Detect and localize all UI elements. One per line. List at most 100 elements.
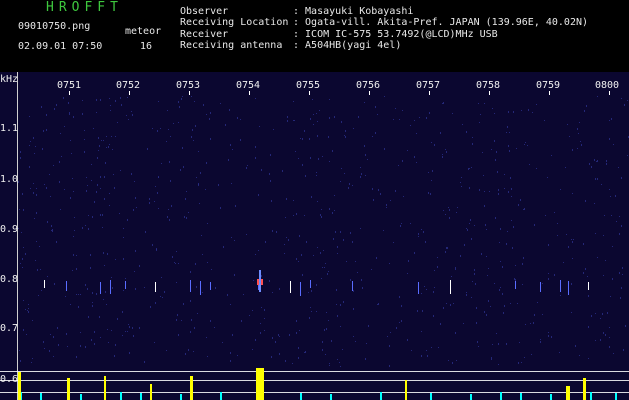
noise-dot — [469, 168, 470, 169]
noise-dot — [345, 136, 346, 138]
noise-dot — [70, 304, 71, 305]
noise-dot — [320, 214, 321, 216]
noise-dot — [604, 215, 605, 216]
noise-dot — [340, 231, 341, 233]
noise-dot — [460, 182, 461, 183]
noise-dot — [215, 287, 216, 289]
noise-dot — [57, 327, 58, 329]
signal-peak — [190, 376, 193, 400]
noise-dot — [529, 164, 530, 165]
noise-dot — [195, 125, 196, 127]
noise-dot — [603, 235, 604, 236]
noise-dot — [494, 113, 495, 114]
noise-dot — [471, 238, 472, 240]
noise-dot — [611, 118, 612, 120]
noise-dot — [66, 333, 67, 335]
noise-dot — [53, 165, 54, 166]
noise-dot — [619, 272, 620, 274]
noise-dot — [207, 356, 208, 357]
noise-dot — [107, 329, 108, 330]
noise-dot — [113, 174, 114, 175]
meteor-echo — [125, 281, 126, 289]
noise-dot — [431, 142, 432, 143]
noise-dot — [499, 242, 500, 243]
noise-dot — [507, 126, 508, 128]
noise-dot — [47, 276, 48, 277]
noise-dot — [41, 290, 42, 291]
noise-dot — [214, 327, 215, 328]
noise-dot — [72, 178, 73, 179]
noise-dot — [39, 246, 40, 247]
noise-dot — [273, 129, 274, 130]
noise-dot — [610, 196, 611, 197]
noise-peak — [430, 393, 432, 400]
minute-tick-mark — [249, 91, 250, 95]
noise-dot — [513, 226, 514, 228]
noise-dot — [271, 200, 272, 202]
noise-dot — [275, 341, 276, 343]
noise-dot — [402, 160, 403, 162]
noise-dot — [433, 315, 434, 317]
noise-dot — [572, 149, 573, 151]
noise-dot — [211, 269, 212, 270]
noise-dot — [73, 254, 74, 256]
noise-dot — [540, 339, 541, 340]
noise-peak — [500, 392, 502, 400]
noise-dot — [80, 345, 81, 347]
noise-dot — [434, 144, 435, 146]
noise-dot — [33, 137, 34, 139]
noise-dot — [425, 241, 426, 243]
noise-dot — [191, 96, 192, 97]
noise-dot — [58, 344, 59, 346]
noise-dot — [472, 281, 473, 282]
noise-dot — [595, 313, 596, 314]
meteor-echo — [290, 281, 291, 293]
noise-dot — [178, 122, 179, 123]
noise-dot — [322, 267, 323, 268]
noise-dot — [430, 193, 431, 195]
noise-dot — [400, 225, 401, 227]
noise-dot — [131, 173, 132, 175]
noise-dot — [287, 116, 288, 118]
noise-dot — [188, 349, 189, 351]
noise-dot — [298, 347, 299, 349]
noise-dot — [279, 336, 280, 337]
noise-dot — [560, 189, 561, 190]
noise-dot — [264, 318, 265, 319]
noise-dot — [296, 332, 297, 334]
noise-dot — [426, 350, 427, 351]
noise-dot — [112, 287, 113, 289]
noise-dot — [583, 272, 584, 274]
noise-dot — [237, 117, 238, 119]
noise-dot — [329, 363, 330, 364]
noise-dot — [194, 101, 195, 102]
noise-dot — [355, 341, 356, 342]
noise-dot — [173, 123, 174, 124]
noise-dot — [235, 205, 236, 207]
noise-dot — [104, 198, 105, 200]
noise-dot — [171, 205, 172, 207]
noise-dot — [469, 223, 470, 224]
noise-dot — [285, 360, 286, 362]
noise-dot — [167, 216, 168, 218]
noise-dot — [182, 147, 183, 149]
noise-dot — [35, 146, 36, 147]
noise-dot — [350, 232, 351, 234]
noise-dot — [301, 254, 302, 256]
noise-dot — [223, 246, 224, 248]
noise-dot — [328, 136, 329, 138]
noise-dot — [160, 296, 161, 297]
noise-dot — [371, 269, 372, 270]
noise-dot — [460, 255, 461, 257]
noise-dot — [360, 228, 361, 229]
noise-dot — [279, 353, 280, 355]
noise-dot — [249, 315, 250, 316]
noise-dot — [434, 270, 435, 271]
noise-dot — [508, 111, 509, 113]
noise-dot — [523, 257, 524, 259]
noise-dot — [231, 183, 232, 184]
noise-dot — [542, 314, 543, 315]
noise-dot — [453, 303, 454, 304]
noise-dot — [503, 312, 504, 314]
noise-dot — [416, 162, 417, 163]
